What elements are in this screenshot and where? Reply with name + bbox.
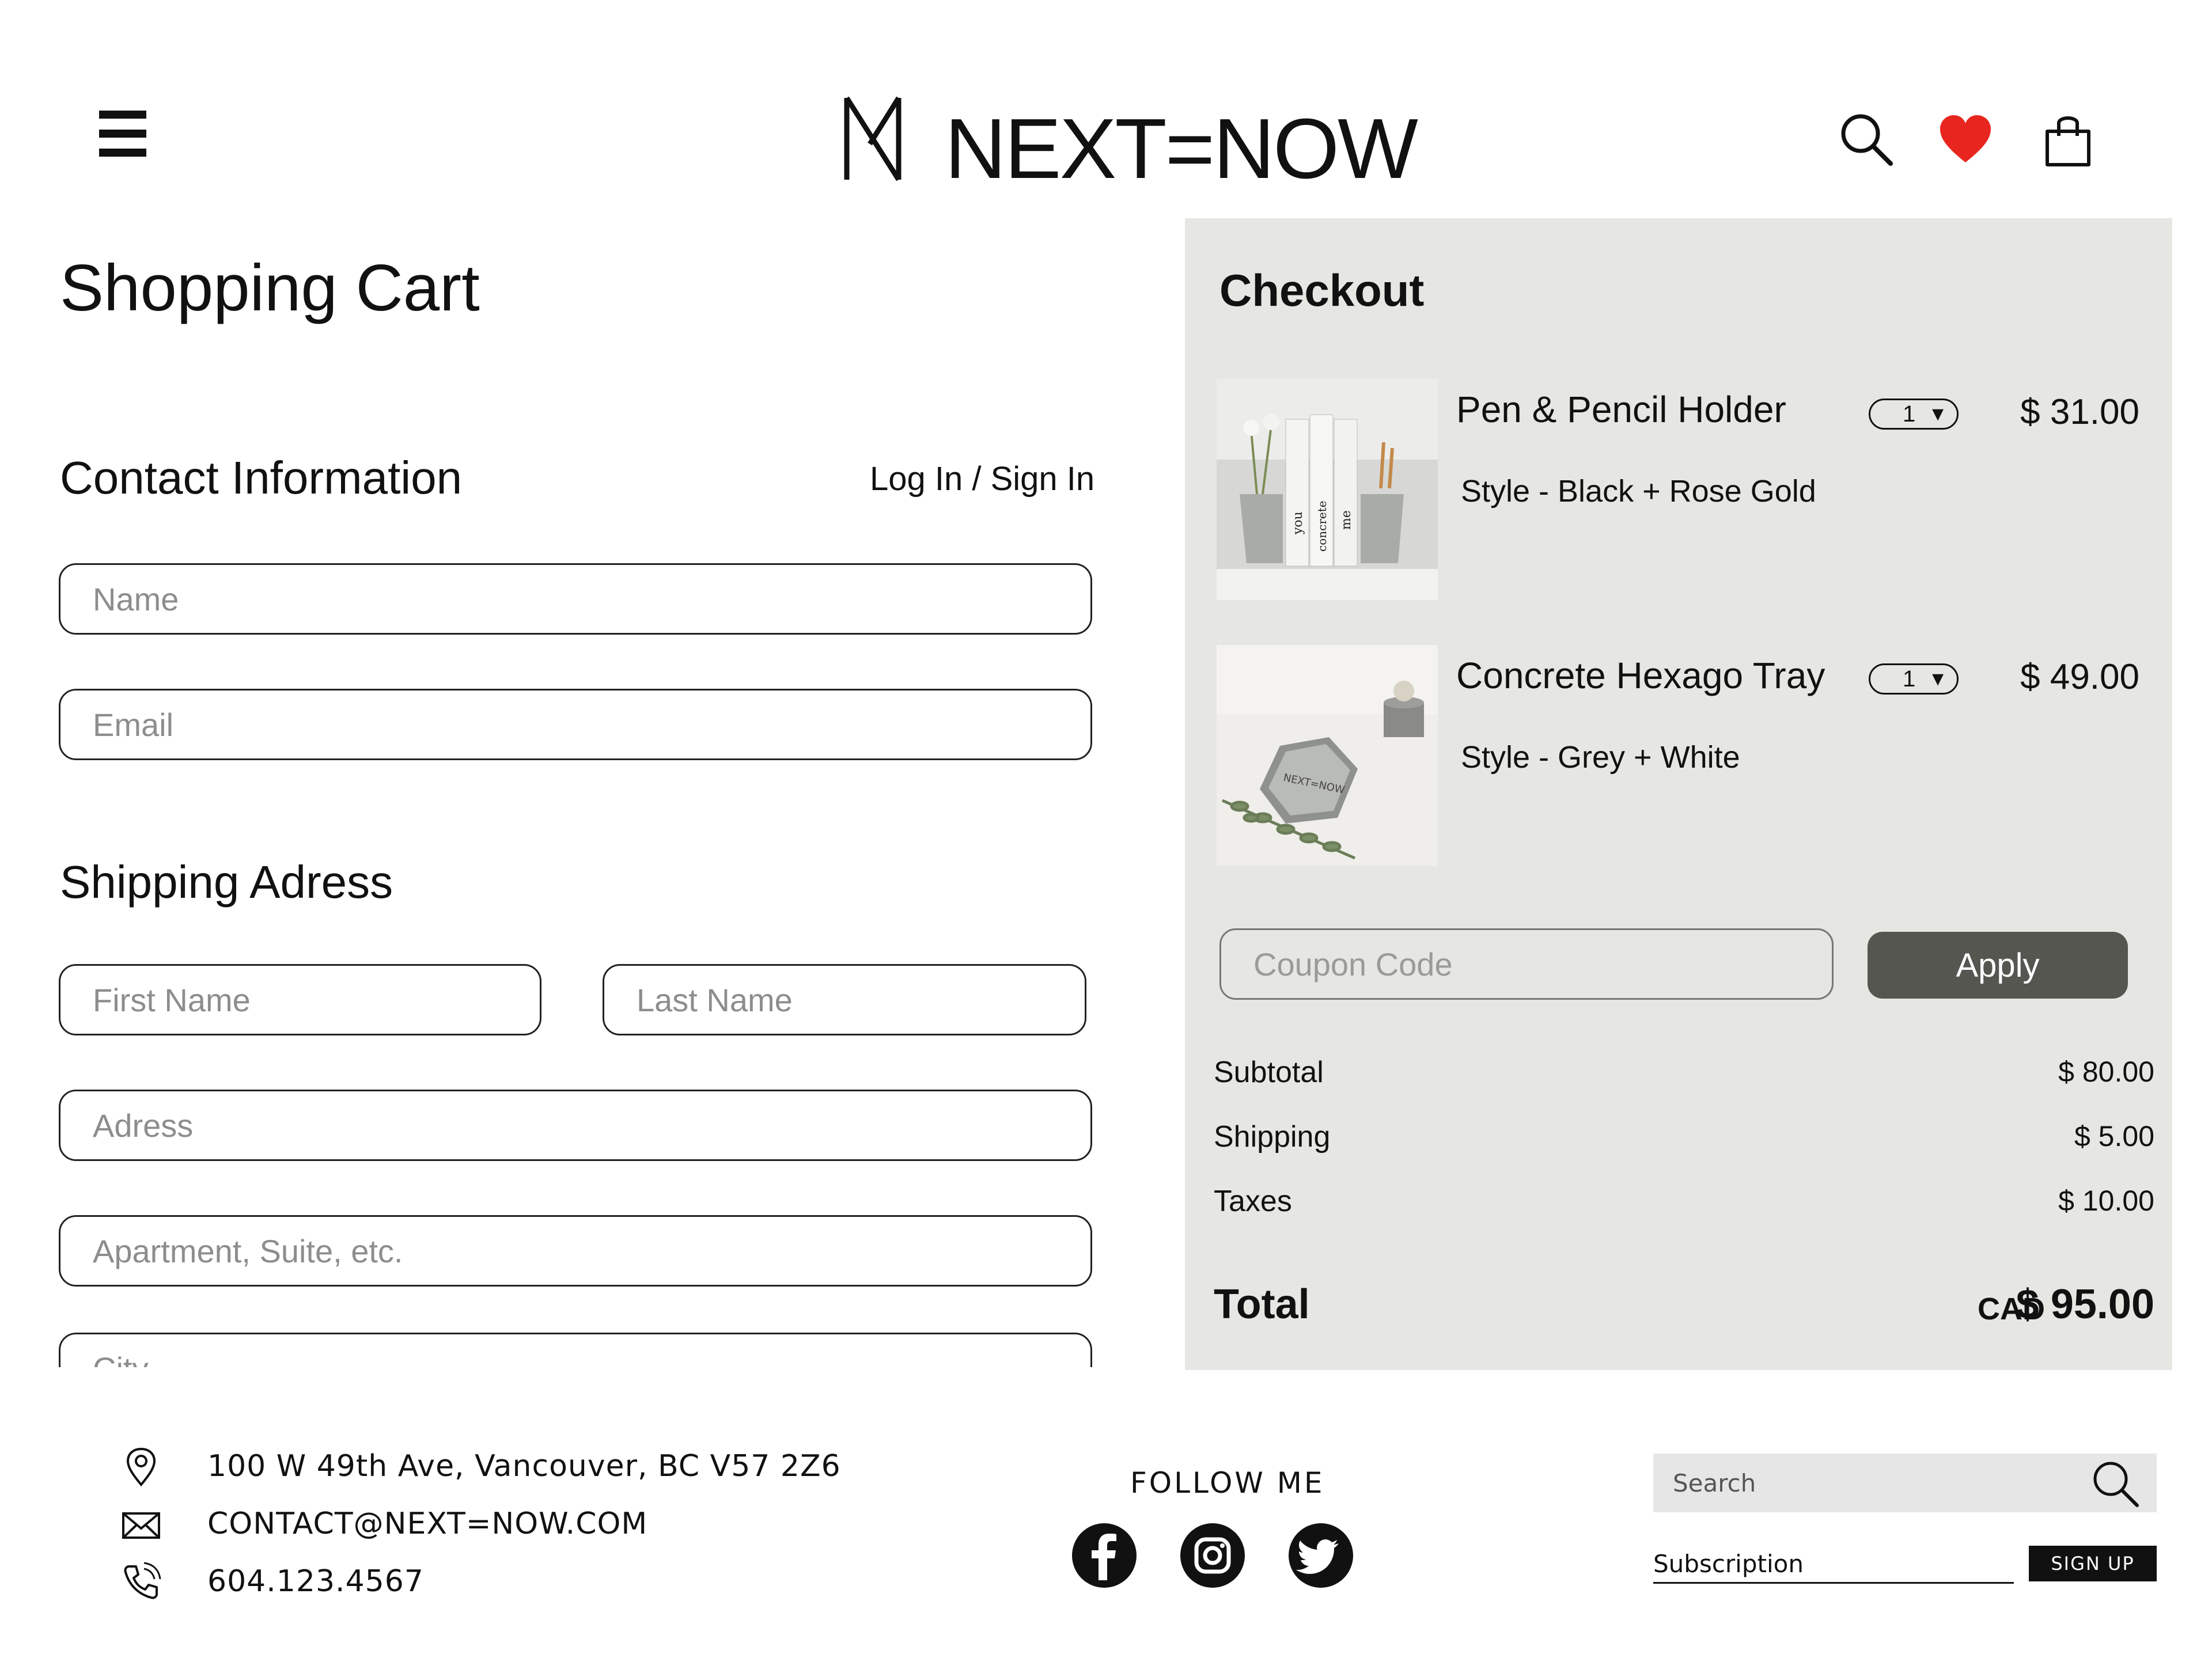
menu-button[interactable]	[99, 111, 146, 157]
total-label: Total	[1214, 1281, 1310, 1327]
taxes-label: Taxes	[1214, 1185, 1292, 1218]
checkout-title: Checkout	[1219, 265, 1425, 316]
quantity-value: 1	[1903, 401, 1916, 427]
name-field[interactable]	[59, 563, 1092, 635]
phone-icon	[124, 1562, 161, 1599]
address-field[interactable]	[59, 1090, 1092, 1161]
instagram-icon[interactable]	[1180, 1523, 1245, 1588]
item-style: Style - Black + Rose Gold	[1461, 474, 1816, 509]
footer-phone[interactable]: 604.123.4567	[207, 1565, 424, 1598]
shipping-label: Shipping	[1214, 1120, 1331, 1154]
location-pin-icon	[126, 1447, 156, 1487]
book-spine-concrete: concrete	[1315, 500, 1329, 552]
item-style: Style - Grey + White	[1461, 740, 1740, 775]
product-image-pen-holder[interactable]: you concrete me	[1217, 379, 1438, 600]
taxes-value: $ 10.00	[2058, 1185, 2154, 1217]
last-name-field[interactable]	[603, 964, 1086, 1035]
email-field[interactable]	[59, 689, 1092, 760]
shopping-bag-icon[interactable]	[2039, 111, 2097, 168]
total-value: $ 95.00	[2016, 1281, 2154, 1327]
login-signin-link[interactable]: Log In / Sign In	[870, 461, 1094, 498]
subtotal-value: $ 80.00	[2058, 1056, 2154, 1088]
footer-email[interactable]: CONTACT@NEXT=NOW.COM	[207, 1507, 647, 1541]
brand-name: NEXT=NOW	[945, 101, 1418, 196]
first-name-field[interactable]	[59, 964, 541, 1035]
logo-mark	[844, 96, 902, 181]
item-price: $ 31.00	[2020, 392, 2139, 432]
quantity-value: 1	[1903, 666, 1916, 692]
item-name[interactable]: Pen & Pencil Holder	[1456, 389, 1786, 430]
page-title: Shopping Cart	[60, 252, 480, 325]
book-spine-me: me	[1339, 510, 1354, 530]
contact-information-title: Contact Information	[60, 452, 463, 503]
footer-search-input[interactable]	[1653, 1454, 2157, 1512]
coupon-code-field[interactable]	[1219, 928, 1834, 1000]
shipping-address-title: Shipping Adress	[60, 856, 393, 908]
item-price: $ 49.00	[2020, 657, 2139, 697]
search-icon[interactable]	[2088, 1456, 2143, 1511]
follow-me-label: FOLLOW ME	[1130, 1466, 1325, 1500]
shipping-value: $ 5.00	[2074, 1120, 2154, 1152]
city-field[interactable]	[59, 1333, 1092, 1367]
product-image-hexagon-tray[interactable]: NEXT=NOW	[1217, 645, 1438, 866]
book-spine-you: you	[1291, 511, 1305, 535]
hamburger-icon	[99, 111, 146, 119]
quantity-select[interactable]: 1 ▼	[1869, 663, 1959, 695]
subtotal-label: Subtotal	[1214, 1056, 1324, 1089]
apply-coupon-button[interactable]: Apply	[1868, 932, 2128, 999]
city-field-container	[58, 1333, 1094, 1367]
mail-icon	[122, 1512, 160, 1539]
heart-icon[interactable]	[1937, 112, 1994, 169]
subscription-email-input[interactable]	[1653, 1546, 2014, 1584]
quantity-select[interactable]: 1 ▼	[1869, 399, 1959, 430]
apartment-field[interactable]	[59, 1215, 1092, 1287]
search-icon[interactable]	[1838, 111, 1895, 168]
item-name[interactable]: Concrete Hexago Tray	[1456, 655, 1825, 696]
chevron-down-icon: ▼	[1928, 403, 1948, 425]
chevron-down-icon: ▼	[1928, 667, 1948, 690]
facebook-icon[interactable]	[1071, 1523, 1137, 1588]
twitter-icon[interactable]	[1288, 1523, 1354, 1588]
sign-up-button[interactable]: SIGN UP	[2029, 1546, 2157, 1581]
footer-address: 100 W 49th Ave, Vancouver, BC V57 2Z6	[207, 1449, 841, 1484]
